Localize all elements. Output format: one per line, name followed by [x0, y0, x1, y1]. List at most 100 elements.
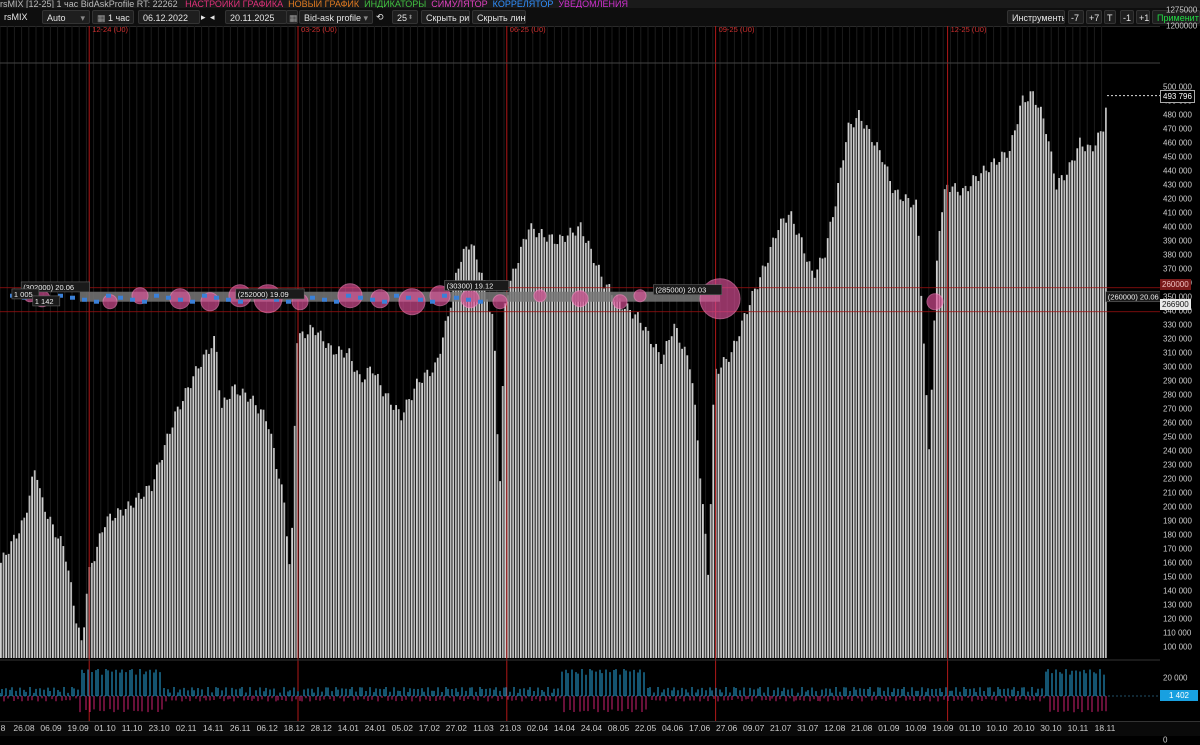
profile-bar	[390, 404, 392, 658]
profile-bar	[449, 307, 452, 658]
menu-item-5[interactable]: УВЕДОМЛЕНИЯ	[558, 0, 628, 8]
profile-bar	[808, 261, 811, 658]
x-tick-label: 01.10	[94, 723, 116, 733]
profile-bar	[764, 266, 767, 658]
profile-bar	[988, 172, 990, 658]
profile-bar	[371, 373, 374, 658]
x-tick-label: 10.09	[905, 723, 927, 733]
profile-bar	[923, 343, 925, 658]
hide-lines-button[interactable]: Скрыть линии	[472, 10, 526, 24]
profile-bar	[442, 337, 444, 658]
profile-bar	[728, 361, 730, 658]
plus7-button[interactable]: +7	[1086, 10, 1102, 24]
trade-marker	[82, 297, 87, 302]
profile-bar	[962, 188, 964, 659]
profile-select[interactable]: Bid-ask profile ▾	[299, 10, 373, 24]
profile-bar	[598, 264, 600, 658]
profile-bar	[301, 331, 304, 658]
profile-bar	[1097, 132, 1099, 659]
profile-bar	[1102, 131, 1105, 659]
profile-bar	[468, 249, 470, 659]
minus1-button[interactable]: -1	[1120, 10, 1134, 24]
profile-bar	[2, 552, 5, 658]
t-button[interactable]: T	[1104, 10, 1116, 24]
profile-bar	[447, 316, 449, 658]
y-tick-label: 200 000	[1163, 502, 1192, 512]
calendar-icon[interactable]: ▦	[286, 10, 298, 24]
profile-bar	[982, 165, 985, 659]
profile-bar	[676, 328, 678, 658]
profile-bar	[1032, 91, 1034, 659]
refresh-icon[interactable]: ⟲	[376, 10, 388, 24]
profile-bar	[478, 272, 481, 658]
date-from-field[interactable]: 06.12.2022	[138, 10, 200, 24]
menu-item-1[interactable]: НОВЫЙ ГРАФИК	[288, 0, 359, 8]
y-tick-label: 460 000	[1163, 138, 1192, 148]
trade-marker	[418, 297, 423, 302]
profile-bar	[98, 533, 101, 658]
profile-bar	[915, 199, 917, 658]
profile-bar	[353, 371, 356, 658]
trade-marker	[118, 295, 123, 300]
profile-bar	[1092, 151, 1094, 659]
profile-bar	[44, 511, 46, 658]
profile-bar	[457, 268, 460, 658]
annotation-label: 1 005	[14, 290, 33, 299]
ticker-label[interactable]: rsMIX	[0, 10, 40, 24]
y-tick-label: 420 000	[1163, 194, 1192, 204]
profile-bar	[504, 303, 507, 658]
profile-bar	[1011, 135, 1014, 659]
profile-bar	[943, 189, 946, 659]
profile-bar	[564, 241, 566, 658]
profile-bar	[462, 248, 465, 658]
profile-bar	[413, 388, 416, 658]
profile-bar	[13, 534, 15, 658]
subchart-zero-label: 0	[1163, 735, 1168, 745]
profile-bar	[330, 345, 332, 658]
menu-item-0[interactable]: НАСТРОЙКИ ГРАФИКА	[185, 0, 283, 8]
y-tick-label: 430 000	[1163, 180, 1192, 190]
contract-label: 12-25 (U0)	[951, 26, 987, 34]
profile-bar	[1008, 151, 1011, 658]
menu-item-3[interactable]: СИМУЛЯТОР	[431, 0, 487, 8]
contract-label: 12-24 (U0)	[92, 26, 128, 34]
minus7-button[interactable]: -7	[1068, 10, 1084, 24]
profile-bar	[241, 388, 244, 658]
tools-button[interactable]: Инструменты	[1007, 10, 1065, 24]
profile-bar	[738, 336, 741, 658]
profile-bar	[1006, 157, 1008, 659]
profile-bar	[769, 246, 772, 658]
profile-bar	[1053, 173, 1055, 658]
profile-bar	[179, 409, 182, 658]
menu-item-4[interactable]: КОРРЕЛЯТОР	[493, 0, 554, 8]
profile-bar	[748, 305, 751, 658]
profile-bar	[696, 440, 699, 658]
profile-bar	[995, 164, 998, 659]
profile-bar	[1055, 189, 1058, 658]
profile-bar	[842, 160, 845, 658]
x-tick-label: 20.10	[1013, 723, 1035, 733]
profile-bar	[455, 272, 457, 658]
trade-marker	[154, 293, 159, 298]
profile-bar	[460, 261, 462, 658]
profile-bar	[816, 269, 819, 658]
title-bar: rsMIX [12-25] 1 час BidAskProfile RT: 22…	[0, 0, 1200, 8]
profile-bar	[611, 295, 613, 658]
profile-bar	[1034, 104, 1037, 658]
profile-bar	[358, 374, 361, 658]
profile-bar	[382, 396, 384, 658]
trade-marker	[466, 297, 471, 302]
price-chart[interactable]: 12-24 (U0) 03-25 (U0) 06-25 (U0) 09-25 (U0)…	[0, 26, 1160, 721]
interval-select[interactable]: ▦ 1 час	[92, 10, 134, 24]
trade-marker	[70, 295, 75, 300]
menu-item-2[interactable]: ИНДИКАТОРЫ	[364, 0, 426, 8]
mode-select[interactable]: Auto ▾	[42, 10, 90, 24]
profile-bar	[772, 237, 774, 658]
date-to-field[interactable]: 20.11.2025	[225, 10, 287, 24]
count-field[interactable]: 25 ⬍	[392, 10, 418, 24]
y-tick-label: 1275000	[1166, 5, 1198, 15]
plus1-button[interactable]: +1	[1136, 10, 1150, 24]
next-icon[interactable]: ▸	[201, 10, 209, 24]
hide-drawings-button[interactable]: Скрыть рис.	[421, 10, 470, 24]
prev-icon[interactable]: ◂	[210, 10, 218, 24]
